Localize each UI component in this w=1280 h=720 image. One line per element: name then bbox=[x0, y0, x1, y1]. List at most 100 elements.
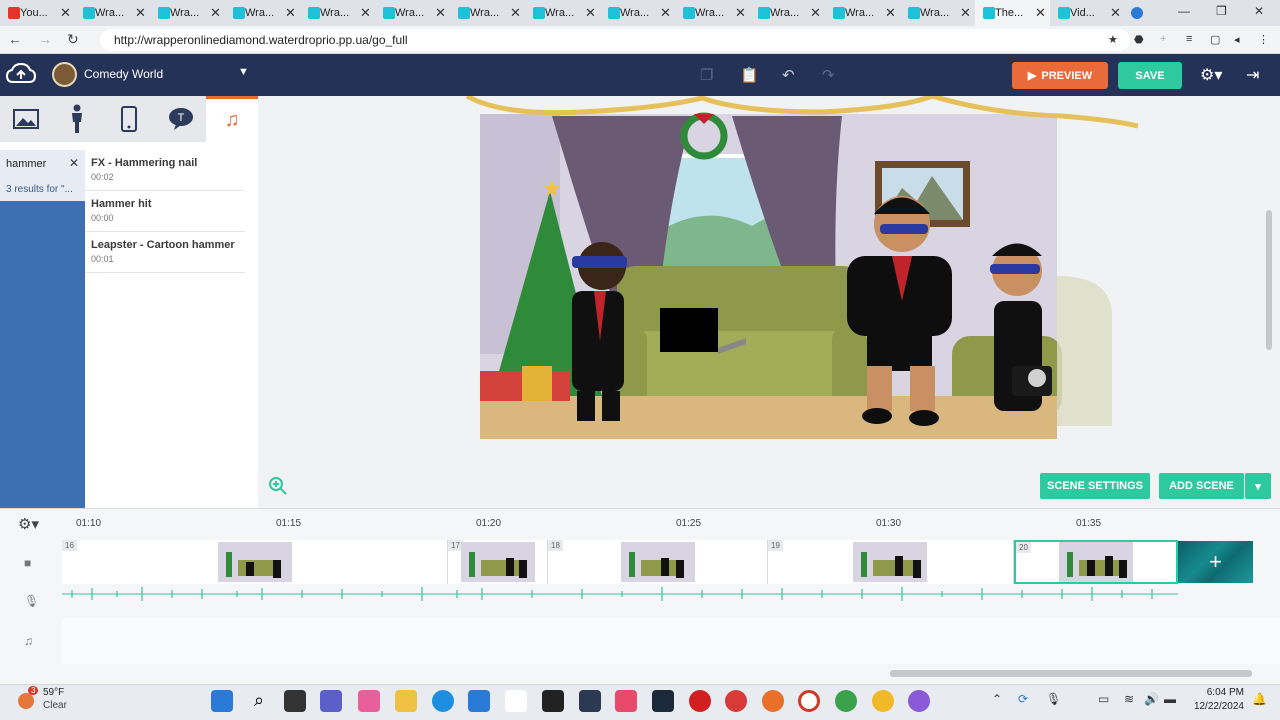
browser-tab[interactable]: Wra... ✕ bbox=[750, 0, 825, 26]
exit-icon[interactable]: ⇥ bbox=[1246, 65, 1259, 85]
music-track[interactable] bbox=[62, 618, 1280, 664]
back-icon[interactable]: ← bbox=[8, 31, 22, 47]
forward-icon[interactable]: → bbox=[38, 31, 52, 47]
browser-tab[interactable]: You... ✕ bbox=[0, 0, 75, 26]
paste-icon[interactable]: 📋 bbox=[740, 66, 759, 84]
maximize-icon[interactable]: ❐ bbox=[1216, 4, 1227, 18]
sound-tab[interactable]: ♫ bbox=[206, 96, 258, 142]
chrome-dev-icon[interactable] bbox=[908, 690, 930, 712]
file-explorer-icon[interactable] bbox=[395, 690, 417, 712]
browser-tab[interactable]: Wra... ✕ bbox=[300, 0, 375, 26]
text-tab[interactable]: T bbox=[155, 96, 207, 142]
record-icon[interactable] bbox=[689, 690, 711, 712]
menu-icon[interactable]: ⋮ bbox=[1258, 33, 1269, 46]
redo-icon[interactable]: ↷ bbox=[822, 66, 835, 84]
preview-button[interactable]: ▶ PREVIEW bbox=[1012, 62, 1108, 89]
close-tab-icon[interactable]: ✕ bbox=[960, 5, 971, 21]
stage-scrollbar[interactable] bbox=[1266, 210, 1272, 350]
clear-search-icon[interactable]: ✕ bbox=[69, 156, 79, 170]
close-tab-icon[interactable]: ✕ bbox=[435, 5, 446, 21]
dropbox-icon[interactable] bbox=[542, 690, 564, 712]
window-icon[interactable]: ▢ bbox=[1210, 33, 1220, 46]
browser-tab[interactable]: Wra... ✕ bbox=[900, 0, 975, 26]
theme-avatar[interactable] bbox=[52, 62, 77, 87]
search-results-label[interactable]: 3 results for "... bbox=[0, 177, 85, 201]
chevron-up-icon[interactable]: ⌃ bbox=[992, 692, 1002, 706]
teams-icon[interactable] bbox=[320, 690, 342, 712]
close-tab-icon[interactable]: ✕ bbox=[60, 5, 71, 21]
b-app-icon[interactable] bbox=[579, 690, 601, 712]
list-icon[interactable]: ≡ bbox=[1186, 33, 1192, 45]
close-tab-icon[interactable]: ✕ bbox=[585, 5, 596, 21]
browser-tab[interactable]: Wra... ✕ bbox=[450, 0, 525, 26]
edge-icon[interactable] bbox=[432, 690, 454, 712]
close-window-icon[interactable]: ✕ bbox=[1254, 4, 1264, 18]
browser-tab[interactable]: Wra... ✕ bbox=[675, 0, 750, 26]
task-view-icon[interactable] bbox=[284, 690, 306, 712]
add-icon[interactable]: + bbox=[1160, 33, 1166, 45]
browser-tab[interactable]: Wra... ✕ bbox=[825, 0, 900, 26]
browser-tab[interactable]: Wra... ✕ bbox=[525, 0, 600, 26]
character-tab[interactable] bbox=[52, 96, 104, 142]
copy-icon[interactable]: ❐ bbox=[700, 66, 713, 84]
add-scene-button[interactable]: ADD SCENE bbox=[1159, 473, 1244, 499]
timeline-settings-icon[interactable]: ⚙▾ bbox=[18, 515, 39, 533]
clock-time[interactable]: 6:04 PM bbox=[1190, 687, 1244, 698]
store-icon[interactable] bbox=[468, 690, 490, 712]
sound-item[interactable]: Leapster - Cartoon hammer 00:01 bbox=[85, 232, 245, 273]
prop-tab[interactable] bbox=[103, 96, 155, 142]
save-button[interactable]: SAVE bbox=[1118, 62, 1182, 89]
speaker-icon[interactable]: ◂ bbox=[1234, 33, 1240, 46]
wrapper-app-icon[interactable] bbox=[725, 690, 747, 712]
scene-thumbnail[interactable] bbox=[461, 542, 535, 582]
search-icon[interactable]: ⌕ bbox=[248, 690, 270, 712]
extension-icon[interactable]: ⬣ bbox=[1134, 33, 1144, 46]
upload-cloud-icon[interactable] bbox=[6, 63, 36, 85]
scene-thumbnail[interactable] bbox=[853, 542, 927, 582]
volume-icon[interactable]: 🔊 bbox=[1144, 692, 1159, 706]
add-scene-tile[interactable]: + bbox=[1178, 541, 1253, 583]
browser-tab[interactable]: Wra... ✕ bbox=[600, 0, 675, 26]
browser-tab[interactable]: Wra... ✕ bbox=[75, 0, 150, 26]
new-tab-button[interactable] bbox=[1125, 0, 1149, 26]
scene-settings-button[interactable]: SCENE SETTINGS bbox=[1040, 473, 1150, 499]
close-tab-icon[interactable]: ✕ bbox=[810, 5, 821, 21]
close-tab-icon[interactable]: ✕ bbox=[660, 5, 671, 21]
close-tab-icon[interactable]: ✕ bbox=[735, 5, 746, 21]
notification-icon[interactable]: 🔔 bbox=[1252, 692, 1267, 706]
amazon-icon[interactable] bbox=[505, 690, 527, 712]
close-tab-icon[interactable]: ✕ bbox=[510, 5, 521, 21]
star-icon[interactable]: ★ bbox=[1108, 33, 1118, 46]
close-tab-icon[interactable]: ✕ bbox=[210, 5, 221, 21]
theme-name[interactable]: Comedy World bbox=[84, 67, 163, 81]
microphone-tray-icon[interactable]: 🎙 bbox=[1046, 692, 1061, 706]
start-icon[interactable] bbox=[211, 690, 233, 712]
browser-tab[interactable]: The... ✕ bbox=[975, 0, 1050, 26]
scene-thumbnail[interactable] bbox=[1059, 542, 1133, 582]
reload-icon[interactable]: ↻ bbox=[67, 31, 79, 48]
keyboard-icon[interactable]: ▭ bbox=[1098, 692, 1109, 706]
settings-gear-icon[interactable]: ⚙▾ bbox=[1200, 65, 1222, 85]
scene-thumbnail[interactable] bbox=[621, 542, 695, 582]
close-tab-icon[interactable]: ✕ bbox=[1110, 5, 1121, 21]
url-field[interactable]: http://wrapperonlinediamond.waterdroprio… bbox=[100, 29, 1130, 51]
copilot-icon[interactable] bbox=[358, 690, 380, 712]
firefox-icon[interactable] bbox=[762, 690, 784, 712]
wifi-icon[interactable]: ≋ bbox=[1124, 692, 1134, 706]
opera-icon[interactable] bbox=[798, 690, 820, 712]
camera-app-icon[interactable] bbox=[615, 690, 637, 712]
sync-icon[interactable]: ⟳ bbox=[1018, 692, 1028, 706]
browser-tab[interactable]: Wra... ✕ bbox=[150, 0, 225, 26]
weather-widget[interactable]: 3 bbox=[14, 686, 39, 712]
close-tab-icon[interactable]: ✕ bbox=[360, 5, 371, 21]
close-tab-icon[interactable]: ✕ bbox=[285, 5, 296, 21]
battery-icon[interactable]: ▬ bbox=[1164, 692, 1176, 706]
close-tab-icon[interactable]: ✕ bbox=[135, 5, 146, 21]
clock-date[interactable]: 12/22/2024 bbox=[1190, 701, 1244, 712]
undo-icon[interactable]: ↶ bbox=[782, 66, 795, 84]
scene-canvas[interactable]: ★ bbox=[462, 96, 1142, 446]
chevron-down-icon[interactable]: ▼ bbox=[238, 66, 249, 78]
sound-item[interactable]: Hammer hit 00:00 bbox=[85, 191, 245, 232]
chrome-icon[interactable] bbox=[835, 690, 857, 712]
zoom-in-icon[interactable] bbox=[268, 476, 288, 496]
